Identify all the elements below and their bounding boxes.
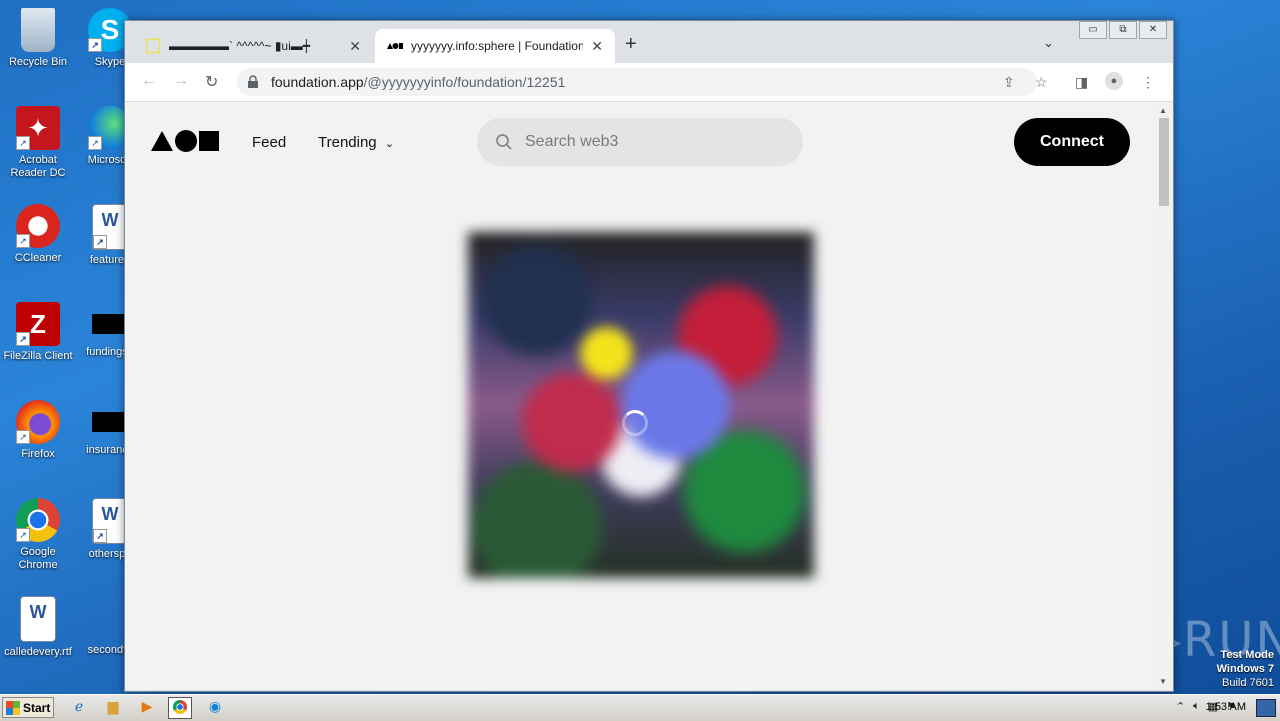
- share-icon[interactable]: ⇪: [1003, 74, 1015, 91]
- explorer-taskbar-icon[interactable]: ▆: [102, 698, 124, 718]
- taskbar: Start ℯ ▆ ▶ ◉ ⌃ 🔈︎ ▦ ⚑ 1:53 AM: [0, 694, 1280, 721]
- minimize-button[interactable]: ▭: [1079, 21, 1107, 39]
- edge-taskbar-icon[interactable]: ◉: [204, 698, 226, 718]
- restore-button[interactable]: ⧉: [1109, 21, 1137, 39]
- test-mode-line1: Test Mode: [1220, 649, 1274, 661]
- search-icon: [496, 134, 512, 150]
- scroll-up-icon[interactable]: ▲: [1159, 106, 1167, 115]
- desktop-icon-filezilla[interactable]: Z ↗ FileZilla Client: [0, 302, 76, 363]
- desktop-icon-ccleaner[interactable]: ↗ CCleaner: [0, 204, 76, 265]
- tab-active[interactable]: yyyyyyy.info:sphere | Foundation ✕: [375, 29, 615, 63]
- shortcut-arrow-icon: ↗: [16, 332, 30, 346]
- redacted-file-icon: [92, 314, 128, 334]
- back-button[interactable]: ←: [141, 72, 157, 90]
- site-search-box[interactable]: [477, 118, 803, 166]
- logo-circle-icon: [175, 130, 197, 152]
- redacted-file-icon: [92, 412, 128, 432]
- loading-spinner-icon: [622, 410, 648, 436]
- url-path: /@yyyyyyyinfo/foundation/12251: [363, 74, 566, 90]
- scroll-down-icon[interactable]: ▼: [1159, 677, 1167, 686]
- word-document-icon: W: [20, 596, 56, 642]
- nav-trending-label: Trending: [318, 134, 377, 151]
- volume-icon[interactable]: 🔈︎: [1193, 700, 1200, 713]
- logo-triangle-icon: [151, 131, 173, 151]
- browser-window: ▬▬▬▬▬` ^^^^^~ ▮ui▬┿ ✕ yyyyyyy.info:spher…: [124, 20, 1174, 692]
- bookmark-star-icon[interactable]: ☆: [1035, 74, 1048, 91]
- recycle-bin-icon: [21, 8, 55, 52]
- show-desktop-icon[interactable]: [1256, 699, 1276, 717]
- page-viewport: Feed Trending ⌄ Connect: [125, 102, 1155, 690]
- shortcut-arrow-icon: ↗: [88, 136, 102, 150]
- firefox-icon: ↗: [16, 400, 60, 444]
- tab-title: ▬▬▬▬▬` ^^^^^~ ▮ui▬┿: [169, 39, 310, 53]
- start-button[interactable]: Start: [2, 697, 54, 718]
- desktop-icon-recycle-bin[interactable]: Recycle Bin: [0, 8, 76, 69]
- browser-toolbar: ← → ↻ foundation.app/@yyyyyyyinfo/founda…: [125, 63, 1173, 102]
- menu-kebab-icon[interactable]: ⋮: [1141, 74, 1155, 91]
- shortcut-arrow-icon: ↗: [16, 430, 30, 444]
- media-player-taskbar-icon[interactable]: ▶: [136, 698, 158, 718]
- tray-expand-icon[interactable]: ⌃: [1176, 700, 1185, 713]
- nft-artwork-image[interactable]: [468, 232, 814, 578]
- foundation-logo[interactable]: [151, 130, 219, 152]
- tab-title: yyyyyyy.info:sphere | Foundation: [411, 39, 584, 53]
- chrome-icon: ↗: [16, 498, 60, 542]
- desktop-icon-acrobat[interactable]: ✦ ↗ Acrobat Reader DC: [0, 106, 76, 180]
- window-controls: ▭ ⧉ ✕: [1077, 21, 1167, 39]
- shortcut-arrow-icon: ↗: [93, 235, 107, 249]
- test-mode-line3: Build 7601: [1222, 677, 1274, 689]
- windows-flag-icon: [6, 700, 20, 715]
- scrollbar-thumb[interactable]: [1159, 118, 1169, 206]
- nav-trending-link[interactable]: Trending ⌄: [318, 134, 394, 151]
- foundation-logo-icon: [387, 43, 403, 49]
- address-bar[interactable]: foundation.app/@yyyyyyyinfo/foundation/1…: [237, 68, 1037, 96]
- tab-close-icon[interactable]: ✕: [591, 38, 603, 55]
- word-document-icon: W ↗: [92, 498, 128, 544]
- lock-icon: [248, 75, 258, 88]
- connect-button[interactable]: Connect: [1014, 118, 1130, 166]
- logo-square-icon: [199, 131, 219, 151]
- desktop-icon-chrome[interactable]: ↗ Google Chrome: [0, 498, 76, 572]
- page-scrollbar[interactable]: ▲ ▼: [1155, 102, 1173, 690]
- site-search-input[interactable]: [523, 132, 767, 152]
- shortcut-arrow-icon: ↗: [16, 136, 30, 150]
- filezilla-icon: Z ↗: [16, 302, 60, 346]
- close-window-button[interactable]: ✕: [1139, 21, 1167, 39]
- word-document-icon: W ↗: [92, 204, 128, 250]
- forward-button[interactable]: →: [173, 72, 189, 90]
- blank-page-icon: [145, 38, 161, 54]
- test-mode-notice: Test Mode Windows 7 Build 7601: [1217, 648, 1274, 690]
- shortcut-arrow-icon: ↗: [16, 528, 30, 542]
- tab-strip: ▬▬▬▬▬` ^^^^^~ ▮ui▬┿ ✕ yyyyyyy.info:spher…: [125, 21, 1173, 63]
- test-mode-line2: Windows 7: [1216, 663, 1274, 675]
- ccleaner-icon: ↗: [16, 204, 60, 248]
- desktop-icon-firefox[interactable]: ↗ Firefox: [0, 400, 76, 461]
- start-label: Start: [23, 700, 51, 715]
- chevron-down-icon: ⌄: [384, 138, 395, 150]
- url-text: foundation.app/@yyyyyyyinfo/foundation/1…: [271, 74, 565, 90]
- profile-avatar-icon[interactable]: ●: [1105, 72, 1123, 90]
- chrome-icon: [173, 700, 187, 714]
- shortcut-arrow-icon: ↗: [88, 38, 102, 52]
- shortcut-arrow-icon: ↗: [93, 529, 107, 543]
- tab-search-button[interactable]: ⌄: [1043, 35, 1054, 51]
- new-tab-button[interactable]: +: [625, 33, 637, 56]
- taskbar-clock[interactable]: 1:53 AM: [1206, 701, 1246, 713]
- url-host: foundation.app: [271, 74, 364, 90]
- chrome-taskbar-icon[interactable]: [168, 697, 192, 719]
- side-panel-icon[interactable]: ◨: [1075, 74, 1088, 91]
- nav-feed-link[interactable]: Feed: [252, 134, 286, 151]
- desktop-icon-calledevery[interactable]: W calledevery.rtf: [0, 596, 76, 659]
- tab-close-icon[interactable]: ✕: [349, 38, 361, 55]
- tab-inactive[interactable]: ▬▬▬▬▬` ^^^^^~ ▮ui▬┿ ✕: [133, 29, 373, 63]
- acrobat-icon: ✦ ↗: [16, 106, 60, 150]
- reload-button[interactable]: ↻: [205, 72, 218, 92]
- shortcut-arrow-icon: ↗: [16, 234, 30, 248]
- ie-taskbar-icon[interactable]: ℯ: [68, 698, 90, 718]
